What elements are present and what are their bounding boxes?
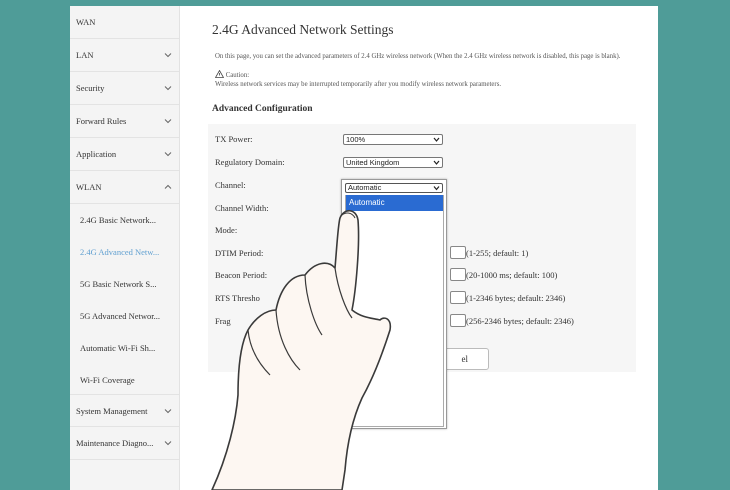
pointing-hand-icon (211, 209, 392, 490)
